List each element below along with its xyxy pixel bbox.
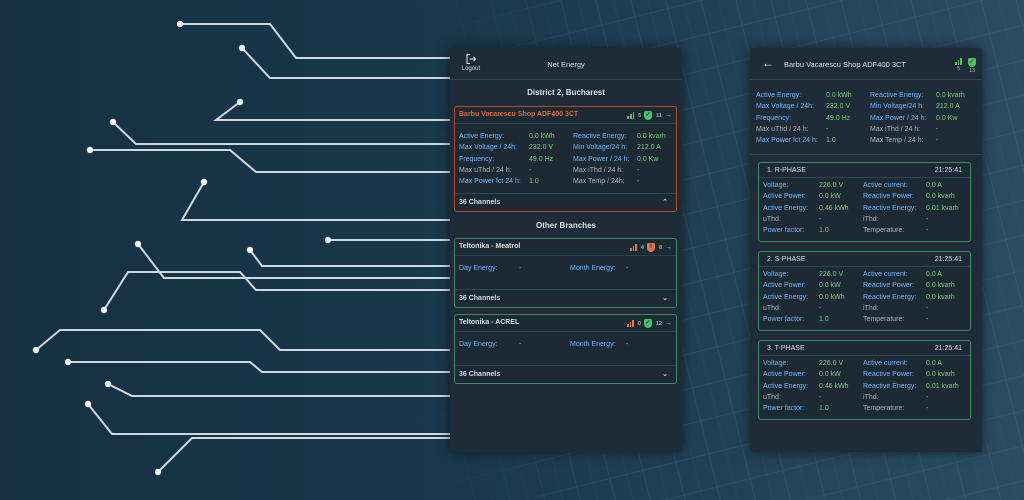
channels-toggle[interactable]: 36 Channels ⌄: [455, 365, 676, 383]
phase-left-fields: Voltage: 226.0 V Active Power: 0.0 kW Acti…: [763, 182, 849, 235]
branch-name: Teltonika - ACREL: [459, 319, 520, 326]
page-title: Net Energy: [547, 60, 585, 69]
phase-title: 2. S-PHASE: [767, 256, 806, 263]
phase-right-fields: Active current: 0.0 A Reactive Power: 0.0 …: [863, 360, 959, 413]
branch-card[interactable]: Teltonika - Meatrol 4 ! 8 → Day Energy: -…: [454, 238, 677, 308]
phase-left-fields: Voltage: 226.0 V Active Power: 0.0 kW Acti…: [763, 271, 845, 324]
phase-right-fields: Active current: 0.0 A Reactive Power: 0.0 …: [863, 182, 959, 235]
device-right-fields: Reactive Energy: 0.0 kvarh Min Voltage/24…: [573, 133, 666, 186]
channels-label: 36 Channels: [459, 371, 501, 378]
phase-right-fields: Active current: 0.0 A Reactive Power: 0.0 …: [863, 271, 955, 324]
signal-bars-icon: [627, 112, 635, 119]
signal-bars-icon: [630, 244, 637, 251]
chevron-down-icon: ⌄: [662, 371, 668, 378]
phase-card-t: 3. T-PHASE 21:25:41 Voltage: 226.0 V Activ…: [758, 340, 971, 420]
phase-time: 21:25:41: [934, 256, 962, 263]
divider: [750, 154, 982, 155]
phase-left-fields: Voltage: 226.0 V Active Power: 0.0 kW Acti…: [763, 360, 849, 413]
channels-label: 36 Channels: [459, 295, 501, 302]
alert-count: 12: [655, 320, 662, 327]
signal-count: 5: [957, 66, 961, 72]
back-arrow-icon[interactable]: ←: [762, 56, 774, 70]
signal-count: 4: [640, 244, 644, 251]
signal-bars-icon: [627, 320, 634, 327]
signal-bars-icon: [955, 58, 962, 65]
chevron-down-icon: ⌄: [662, 295, 668, 302]
app-header: Logout Net Energy: [450, 48, 682, 80]
phase-time: 21:25:41: [934, 167, 962, 174]
shield-check-icon: ✓: [968, 58, 976, 67]
arrow-right-icon[interactable]: →: [665, 244, 672, 251]
arrow-right-icon[interactable]: →: [665, 112, 672, 119]
branch-card-header: Teltonika - ACREL 0 ✓ 12 →: [455, 315, 676, 332]
phase-title: 1. R-PHASE: [767, 167, 806, 174]
signal-count: 0: [637, 320, 641, 327]
device-summary-right: Reactive Energy: 0.0 kvarh Min Voltage/24…: [870, 92, 965, 145]
shield-alert-icon: !: [646, 243, 655, 252]
app-header: ← Barbu Vacarescu Shop ADF400 3CT 5 ✓ 13: [750, 48, 982, 80]
device-card-header: Barbu Vacarescu Shop ADF400 3CT 5 ✓ 11 →: [455, 107, 676, 124]
page-title: Barbu Vacarescu Shop ADF400 3CT: [784, 60, 907, 69]
chevron-up-icon: ⌃: [662, 199, 668, 206]
phase-card-s: 2. S-PHASE 21:25:41 Voltage: 226.0 V Activ…: [758, 251, 971, 331]
branch-day-energy: Day Energy: -: [459, 265, 522, 272]
other-branches-title: Other Branches: [535, 221, 597, 230]
device-name: Barbu Vacarescu Shop ADF400 3CT: [459, 111, 579, 118]
channels-toggle[interactable]: 36 Channels ⌃: [455, 193, 676, 211]
alert-count: 8: [658, 244, 662, 251]
main-device-card[interactable]: Barbu Vacarescu Shop ADF400 3CT 5 ✓ 11 →…: [454, 106, 677, 212]
alert-count: 13: [968, 68, 976, 74]
device-summary-left: Active Energy: 0.0 kWh Max Voltage / 24h:…: [756, 92, 852, 145]
phase-title: 3. T-PHASE: [767, 345, 805, 352]
branch-month-energy: Month Energy: -: [570, 341, 629, 348]
shield-check-icon: ✓: [644, 111, 653, 120]
branch-day-energy: Day Energy: -: [459, 341, 522, 348]
phase-card-r: 1. R-PHASE 21:25:41 Voltage: 226.0 V Activ…: [758, 162, 971, 242]
arrow-right-icon[interactable]: →: [665, 320, 672, 327]
device-left-fields: Active Energy: 0.0 kWh Max Voltage / 24h:…: [459, 133, 555, 186]
district-title: District 2, Bucharest: [527, 88, 605, 97]
branch-card[interactable]: Teltonika - ACREL 0 ✓ 12 → Day Energy: - …: [454, 314, 677, 384]
phase-time: 21:25:41: [934, 345, 962, 352]
channels-toggle[interactable]: 36 Channels ⌄: [455, 289, 676, 307]
branch-card-header: Teltonika - Meatrol 4 ! 8 →: [455, 239, 676, 256]
alert-count: 11: [656, 112, 662, 119]
channels-label: 36 Channels: [459, 199, 501, 206]
device-detail-screen: ← Barbu Vacarescu Shop ADF400 3CT 5 ✓ 13…: [750, 48, 982, 452]
net-energy-screen: Logout Net Energy District 2, Bucharest …: [450, 48, 682, 452]
branch-month-energy: Month Energy: -: [570, 265, 629, 272]
shield-check-icon: ✓: [643, 319, 652, 328]
signal-count: 5: [638, 112, 642, 119]
branch-name: Teltonika - Meatrol: [459, 243, 521, 250]
